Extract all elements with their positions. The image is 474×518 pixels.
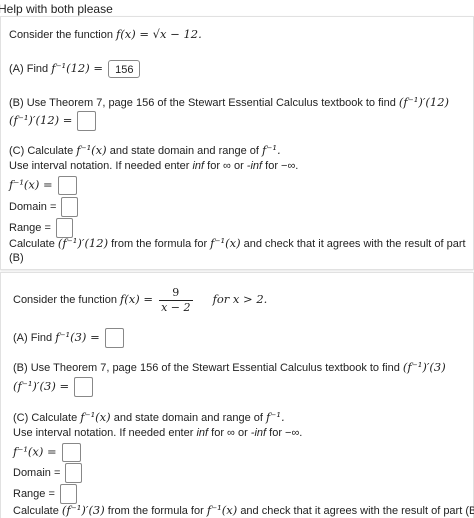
p2-fraction: 9 x − 2 <box>159 286 193 315</box>
p2-finv-line: f⁻¹(x) = <box>13 443 81 462</box>
p2-part-b-inline-expr: (f⁻¹)′(3) <box>402 360 446 374</box>
p1-finv-answer-field[interactable] <box>57 176 77 195</box>
p1-part-c-text-a: (C) Calculate <box>9 145 74 157</box>
p2-part-b-line: (B) Use Theorem 7, page 156 of the Stewa… <box>13 360 446 375</box>
p1-calc-expr-b: f⁻¹(x) <box>210 236 241 250</box>
p2-part-c-expr-b: f⁻¹. <box>266 410 285 424</box>
p1-part-c-expr-b: f⁻¹. <box>262 143 281 157</box>
p1-calc-text-b: from the formula for <box>111 238 208 250</box>
p1-function-def: f(x) = √x − 12. <box>116 27 202 41</box>
p2-part-b-text: (B) Use Theorem 7, page 156 of the Stewa… <box>13 362 400 374</box>
p1-calc-line: Calculate (f⁻¹)′(12) from the formula fo… <box>9 236 466 251</box>
p2-fraction-numerator: 9 <box>159 286 193 301</box>
p2-part-c-text-a: (C) Calculate <box>13 412 78 424</box>
p2-function-lhs: f(x) = <box>120 292 154 306</box>
p2-calc-text-c: and check that it agrees with the result… <box>240 505 474 517</box>
p1-part-a-line: (A) Find f⁻¹(12) = 156 <box>9 60 141 78</box>
p2-finv-answer-field[interactable] <box>61 443 81 462</box>
p2-part-b-answer-line: (f⁻¹)′(3) = <box>13 377 94 397</box>
p2-calc-expr-a: (f⁻¹)′(3) <box>61 503 105 517</box>
p1-intro-line: Consider the function f(x) = √x − 12. <box>9 27 202 42</box>
p1-part-c-text-b: and state domain and range of <box>109 145 259 157</box>
p1-part-b-expr: (f⁻¹)′(12) = <box>9 112 73 127</box>
p2-interval-note: Use interval notation. If needed enter i… <box>13 426 302 440</box>
p1-part-a-label: (A) Find <box>9 62 49 75</box>
p2-domain-answer-field[interactable] <box>65 463 83 483</box>
p1-part-b-answer-line: (f⁻¹)′(12) = <box>9 111 97 131</box>
p2-part-c-line: (C) Calculate f⁻¹(x) and state domain an… <box>13 410 285 425</box>
p1-part-a-expr: f⁻¹(12) = <box>51 60 104 75</box>
p1-domain-label: Domain = <box>9 200 57 213</box>
p1-part-b-text: (B) Use Theorem 7, page 156 of the Stewa… <box>9 97 396 109</box>
p2-interval-note-b: for ∞ or <box>211 427 248 439</box>
p1-domain-line: Domain = <box>9 197 79 217</box>
p2-inf-text: inf <box>196 427 209 439</box>
p1-domain-answer-field[interactable] <box>61 197 79 217</box>
p1-inf-text: inf <box>192 160 205 172</box>
p2-part-c-expr-a: f⁻¹(x) <box>80 410 111 424</box>
p1-part-c-expr-a: f⁻¹(x) <box>76 143 107 157</box>
p2-domain-label: Domain = <box>13 466 61 479</box>
problem-2-card: Consider the function f(x) = 9 x − 2 for… <box>0 272 474 518</box>
p1-range-answer-field[interactable] <box>55 218 73 238</box>
p1-neg-inf-text: -inf <box>246 160 263 172</box>
p2-intro-text: Consider the function <box>13 294 117 306</box>
p1-calc-expr-a: (f⁻¹)′(12) <box>57 236 109 250</box>
p1-interval-note-a: Use interval notation. If needed enter <box>9 160 190 172</box>
p1-range-line: Range = <box>9 218 73 238</box>
p1-part-b-line: (B) Use Theorem 7, page 156 of the Stewa… <box>9 95 449 110</box>
p2-domain-condition: for x > 2. <box>212 292 268 306</box>
p2-calc-line: Calculate (f⁻¹)′(3) from the formula for… <box>13 503 474 518</box>
p2-calc-expr-b: f⁻¹(x) <box>206 503 238 517</box>
p2-interval-note-a: Use interval notation. If needed enter <box>13 427 194 439</box>
p1-calc-text-c: and check that it agrees with the result… <box>243 238 466 250</box>
p2-part-b-answer-field[interactable] <box>74 377 94 397</box>
p1-range-label: Range = <box>9 221 51 234</box>
p2-calc-text-a: Calculate <box>13 505 59 517</box>
p1-calc-text-d: (B) <box>9 252 24 264</box>
p1-part-b-inline-expr: (f⁻¹)′(12) <box>398 95 450 109</box>
p1-part-b-answer-field[interactable] <box>77 111 97 131</box>
problem-1-card: Consider the function f(x) = √x − 12. (A… <box>0 16 474 270</box>
p2-part-a-label: (A) Find <box>13 331 53 344</box>
page-title: Help with both please <box>0 2 113 16</box>
p1-calc-line-2: (B) <box>9 251 24 265</box>
p2-interval-note-c: for −∞. <box>269 427 303 439</box>
p1-finv-line: f⁻¹(x) = <box>9 176 77 195</box>
p2-part-a-expr: f⁻¹(3) = <box>55 329 100 344</box>
p1-part-c-line: (C) Calculate f⁻¹(x) and state domain an… <box>9 143 281 158</box>
p2-neg-inf-text: -inf <box>250 427 267 439</box>
p2-intro-line: Consider the function f(x) = 9 x − 2 for… <box>13 283 267 315</box>
p2-range-answer-field[interactable] <box>59 484 77 504</box>
p2-fraction-denominator: x − 2 <box>161 300 191 314</box>
p1-interval-note: Use interval notation. If needed enter i… <box>9 159 298 173</box>
p1-interval-note-c: for −∞. <box>265 160 299 172</box>
p1-intro-text: Consider the function <box>9 29 113 41</box>
p2-range-label: Range = <box>13 487 55 500</box>
p2-calc-text-b: from the formula for <box>107 505 204 517</box>
p1-calc-text-a: Calculate <box>9 238 55 250</box>
p2-part-b-expr: (f⁻¹)′(3) = <box>13 378 70 393</box>
p2-range-line: Range = <box>13 484 77 504</box>
p2-part-c-text-b: and state domain and range of <box>113 412 263 424</box>
p2-part-a-line: (A) Find f⁻¹(3) = <box>13 328 124 348</box>
p1-part-a-answer-field[interactable]: 156 <box>108 60 141 78</box>
p1-interval-note-b: for ∞ or <box>207 160 244 172</box>
p2-finv-label: f⁻¹(x) = <box>13 444 57 459</box>
p2-part-a-answer-field[interactable] <box>104 328 124 348</box>
p2-domain-line: Domain = <box>13 463 83 483</box>
p1-finv-label: f⁻¹(x) = <box>9 177 53 192</box>
